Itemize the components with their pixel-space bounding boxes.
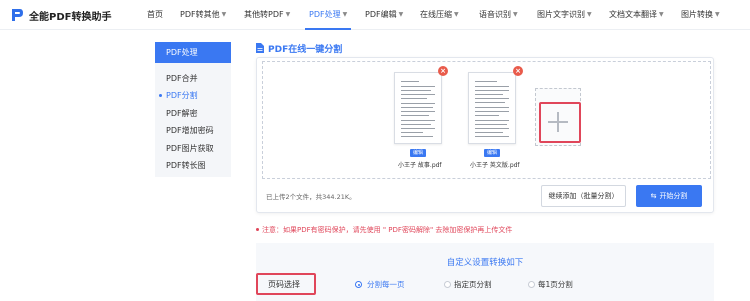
sidebar-title: PDF处理: [155, 42, 231, 63]
nav-doc-translate[interactable]: 文档文本翻译 ▼: [609, 9, 664, 20]
sidebar-item-extract-images[interactable]: PDF图片获取: [166, 143, 214, 154]
sidebar-item-add-password[interactable]: PDF增加密码: [166, 125, 214, 136]
chevron-down-icon: ▼: [342, 11, 348, 18]
highlight-box: [539, 102, 581, 143]
nav-pdf-process[interactable]: PDF处理 ▼: [309, 9, 347, 20]
sidebar-item-split[interactable]: PDF分割: [166, 90, 198, 101]
app-logo-icon[interactable]: [10, 7, 24, 23]
chevron-down-icon: ▼: [715, 11, 720, 18]
chevron-down-icon: ▼: [659, 11, 664, 18]
option-label[interactable]: 分割每一页: [367, 279, 405, 290]
continue-add-button[interactable]: 继续添加（批量分割）: [541, 185, 626, 207]
page-title: PDF在线一键分割: [268, 45, 343, 55]
edit-button[interactable]: 编辑: [484, 149, 501, 157]
nav-pdf-edit[interactable]: PDF编辑 ▼: [365, 9, 403, 20]
nav-other-to-pdf[interactable]: 其他转PDF ▼: [244, 9, 290, 20]
nav-pdf-to-other[interactable]: PDF转其他 ▼: [180, 9, 226, 20]
chevron-down-icon: ▼: [587, 11, 592, 18]
radio-split-every-page[interactable]: [355, 281, 362, 288]
document-icon: [256, 43, 264, 53]
option-label[interactable]: 每1页分割: [538, 279, 573, 290]
chevron-down-icon: ▼: [398, 11, 404, 18]
file-name: 小王子 英文版.pdf: [470, 162, 520, 169]
sidebar-item-to-long-image[interactable]: PDF转长图: [166, 160, 206, 171]
file-thumbnail[interactable]: [394, 72, 442, 144]
option-label[interactable]: 指定页分割: [454, 279, 492, 290]
nav-home[interactable]: 首页: [147, 9, 163, 20]
radio-every-1-page[interactable]: [528, 281, 535, 288]
nav-speech-recognition[interactable]: 语音识别 ▼: [479, 9, 518, 20]
highlight-box: [256, 273, 316, 295]
nav-image-convert[interactable]: 图片转换 ▼: [681, 9, 720, 20]
chevron-down-icon: ▼: [513, 11, 518, 18]
split-icon: ⇆: [650, 192, 657, 200]
brand-name[interactable]: 全能PDF转换助手: [29, 8, 111, 23]
radio-specified-page[interactable]: [444, 281, 451, 288]
active-tab-indicator: [305, 28, 351, 30]
settings-panel: [256, 243, 714, 301]
start-split-button[interactable]: ⇆ 开始分割: [636, 185, 702, 207]
nav-image-ocr[interactable]: 图片文字识别 ▼: [537, 9, 592, 20]
chevron-down-icon: ▼: [285, 11, 291, 18]
settings-title: 自定义设置转换如下: [446, 258, 524, 268]
sidebar-item-merge[interactable]: PDF合并: [166, 73, 198, 84]
file-name: 小王子 故事.pdf: [398, 162, 442, 169]
sidebar-item-decrypt[interactable]: PDF解密: [166, 108, 198, 119]
bullet-icon: [256, 228, 259, 231]
close-icon[interactable]: ×: [513, 66, 523, 76]
chevron-down-icon: ▼: [221, 11, 227, 18]
edit-button[interactable]: 编辑: [410, 149, 427, 157]
upload-count-text: 已上传2个文件，共344.21K。: [266, 193, 356, 201]
file-thumbnail[interactable]: [468, 72, 516, 144]
close-icon[interactable]: ×: [438, 66, 448, 76]
chevron-down-icon: ▼: [454, 11, 459, 18]
active-dot-icon: [159, 94, 162, 97]
nav-online-compress[interactable]: 在线压缩 ▼: [420, 9, 459, 20]
warning-note: 注意：如果PDF有密码保护，请先使用 " PDF密码解除" 去除加密保护再上传文…: [262, 226, 513, 234]
